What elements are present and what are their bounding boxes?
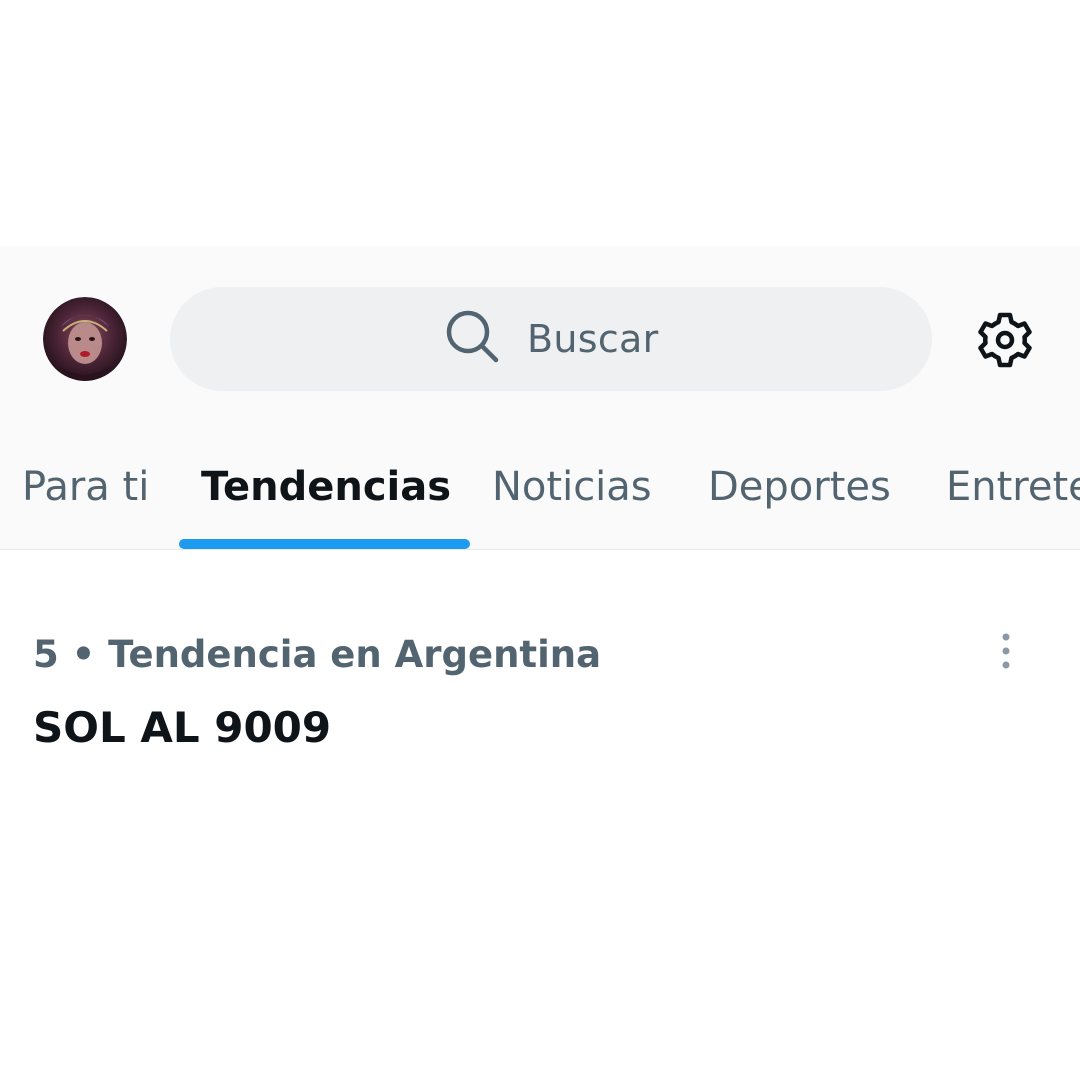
explore-screen: Buscar Para ti Tendencias Noticias Depor…: [0, 0, 1080, 1080]
trend-title: SOL AL 9009: [33, 703, 332, 752]
gear-icon[interactable]: [974, 309, 1036, 371]
tab-deportes[interactable]: Deportes: [708, 456, 891, 549]
trend-meta: 5 • Tendencia en Argentina: [33, 633, 602, 676]
tab-para-ti[interactable]: Para ti: [22, 456, 149, 549]
explore-tabs: Para ti Tendencias Noticias Deportes Ent…: [0, 456, 1080, 549]
search-input[interactable]: Buscar: [170, 287, 932, 391]
tab-entretenimiento[interactable]: Entretenimiento: [946, 456, 1080, 549]
search-placeholder: Buscar: [527, 317, 659, 361]
search-icon: [444, 308, 500, 364]
tab-noticias[interactable]: Noticias: [492, 456, 652, 549]
avatar-icon[interactable]: [43, 297, 127, 381]
more-vertical-icon[interactable]: [990, 632, 1022, 672]
active-tab-indicator: [179, 539, 470, 549]
trend-item[interactable]: 5 • Tendencia en Argentina SOL AL 9009: [0, 620, 1080, 770]
explore-header: Buscar Para ti Tendencias Noticias Depor…: [0, 246, 1080, 550]
tab-tendencias[interactable]: Tendencias: [201, 456, 451, 549]
